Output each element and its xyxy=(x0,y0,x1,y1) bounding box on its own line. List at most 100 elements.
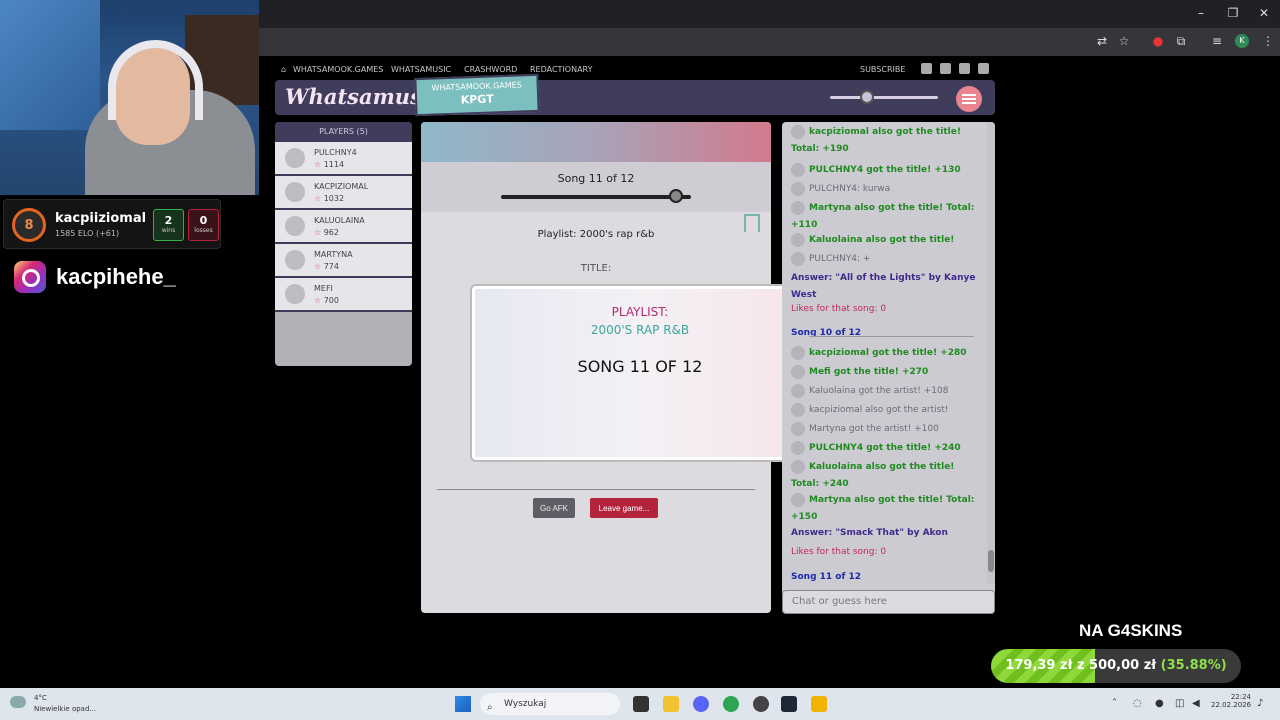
chat-message: Song 11 of 12 xyxy=(791,569,983,586)
chat-avatar xyxy=(791,124,805,139)
chat-scrollbar-thumb[interactable] xyxy=(988,550,994,572)
instagram-icon[interactable] xyxy=(940,63,951,74)
playlist-label: Playlist: 2000's rap r&b xyxy=(537,229,655,240)
donation-title: NA G4SKINS xyxy=(1079,621,1183,640)
kebab-menu-icon[interactable]: ⋮ xyxy=(1260,34,1276,48)
network-icon[interactable]: ◌ xyxy=(1133,698,1142,709)
chat-message: PULCHNY4: + xyxy=(791,251,983,268)
chat-message-text: Martyna also got the title! Total: +110 xyxy=(791,203,975,230)
steam-icon[interactable] xyxy=(781,696,797,712)
chat-message-text: Kaluolaina got the artist! +108 xyxy=(809,386,949,396)
chat-message-text: Martyna got the artist! +100 xyxy=(809,424,939,434)
chat-avatar xyxy=(791,251,805,266)
restore-icon[interactable]: ❐ xyxy=(1221,6,1245,20)
leave-game-button[interactable]: Leave game... xyxy=(590,498,658,518)
task-view-icon[interactable] xyxy=(633,696,649,712)
app-icon[interactable] xyxy=(753,696,769,712)
chat-message: Kaluolaina also got the title! Total: +2… xyxy=(791,459,983,493)
nav-home-link[interactable]: WHATSAMOOK.GAMES xyxy=(293,65,383,74)
instagram-name: kacpihehe_ xyxy=(56,264,176,289)
file-explorer-icon[interactable] xyxy=(663,696,679,712)
chat-message-text: kacpiziomal also got the title! Total: +… xyxy=(791,127,961,154)
clock-date: 22.02.2026 xyxy=(1211,701,1252,709)
star-icon[interactable]: ☆ xyxy=(1116,34,1132,48)
title-label: TITLE: xyxy=(580,263,612,274)
webcam-window xyxy=(0,0,100,130)
translate-icon[interactable]: ⇄ xyxy=(1094,34,1110,48)
twitter-icon[interactable] xyxy=(921,63,932,74)
player-name: MARTYNA xyxy=(314,250,353,259)
streamer-name: kacpiiziomal xyxy=(55,211,147,226)
player-name: MEFI xyxy=(314,284,333,293)
volume-slider-handle[interactable] xyxy=(860,90,874,104)
chat-avatar xyxy=(791,232,805,247)
volume-slider[interactable] xyxy=(830,96,938,99)
discord-icon[interactable] xyxy=(978,63,989,74)
discord-icon[interactable] xyxy=(693,696,709,712)
microphone-icon[interactable]: ● xyxy=(1155,698,1164,709)
address-bar[interactable] xyxy=(259,31,1079,53)
home-icon[interactable]: ⌂ xyxy=(281,65,286,74)
hamburger-menu-icon[interactable] xyxy=(956,86,982,112)
instagram-handle: kacpihehe_ xyxy=(14,261,176,293)
speaker-icon[interactable]: ◀ xyxy=(1192,698,1200,709)
wins-box: 2 wins xyxy=(153,209,184,241)
chat-message: PULCHNY4 got the title! +130 xyxy=(791,162,983,179)
profile-avatar[interactable]: K xyxy=(1235,34,1249,48)
streamer-elo: 1585 ELO (+61) xyxy=(55,229,120,238)
chat-message: Answer: "All of the Lights" by Kanye Wes… xyxy=(791,270,983,304)
windows-start-icon[interactable] xyxy=(455,696,471,712)
chat-avatar xyxy=(791,181,805,196)
clock[interactable]: 22:24 22.02.2026 xyxy=(1211,693,1251,709)
chat-message-text: PULCHNY4 got the title! +130 xyxy=(809,165,961,175)
chat-message-text: Answer: "Smack That" by Akon xyxy=(791,528,948,538)
chevron-up-icon[interactable]: ˄ xyxy=(1112,698,1117,709)
site-nav: ⌂ WHATSAMOOK.GAMES WHATSAMUSIC CRASHWORD… xyxy=(275,60,995,78)
player-row: KACPIZIOMAL 1032 xyxy=(275,176,412,210)
donation-goal-bar: 179,39 zł z 500,00 zł (35.88%) xyxy=(991,649,1241,683)
taskbar-search[interactable]: ⌕ Wyszukaj xyxy=(480,693,620,715)
browser-toolbar: ⇄ ☆ ● ⧉ ≡ K ⋮ xyxy=(259,28,1280,56)
tiktok-icon[interactable] xyxy=(959,63,970,74)
chat-message: Martyna also got the title! Total: +150 xyxy=(791,492,983,526)
player-avatar xyxy=(285,284,305,304)
minimize-icon[interactable]: – xyxy=(1189,6,1213,20)
losses-label: losses xyxy=(194,227,213,234)
go-afk-button[interactable]: Go AFK xyxy=(533,498,575,518)
wifi-icon[interactable]: ◫ xyxy=(1175,698,1184,709)
player-row: MARTYNA 774 xyxy=(275,244,412,278)
nav-crashword-link[interactable]: CRASHWORD xyxy=(464,65,517,74)
chat-panel: kacpiziomal also got the title! Total: +… xyxy=(782,122,995,614)
room-tag-code: KPGT xyxy=(460,92,494,107)
player-avatar xyxy=(285,182,305,202)
app-icon[interactable] xyxy=(811,696,827,712)
chat-avatar xyxy=(791,162,805,177)
close-icon[interactable]: ✕ xyxy=(1252,6,1276,20)
losses-count: 0 xyxy=(199,214,208,227)
chat-message-text: Song 11 of 12 xyxy=(791,572,862,582)
losses-box: 0 losses xyxy=(188,209,219,241)
chat-input[interactable]: Chat or guess here xyxy=(782,590,995,614)
notification-bell-icon[interactable]: ♪ xyxy=(1257,698,1263,709)
chat-message: Likes for that song: 0 xyxy=(791,544,983,561)
nav-subscribe-link[interactable]: SUBSCRIBE xyxy=(860,65,905,74)
chat-message-text: Likes for that song: 0 xyxy=(791,304,887,314)
nav-redactionary-link[interactable]: REDACTIONARY xyxy=(530,65,592,74)
browser-titlebar: – ❐ ✕ xyxy=(259,0,1280,28)
chat-message-text: PULCHNY4: kurwa xyxy=(809,184,891,194)
extension-icon[interactable]: ● xyxy=(1150,34,1166,48)
modal-playlist-name: 2000'S RAP R&B xyxy=(590,323,690,337)
chat-message-text: Kaluolaina also got the title! Total: +2… xyxy=(791,462,955,489)
chrome-icon[interactable] xyxy=(723,696,739,712)
nav-whatsamusic-link[interactable]: WHATSAMUSIC xyxy=(391,65,451,74)
player-score: 1032 xyxy=(314,194,344,203)
chat-message: kacpiziomal got the title! +280 xyxy=(791,345,983,362)
chat-avatar xyxy=(791,459,805,474)
chat-scrollbar[interactable] xyxy=(987,122,995,584)
chat-message: Song 10 of 12 xyxy=(791,325,983,342)
song-progress-indicator xyxy=(668,189,683,203)
donation-percent: (35.88%) xyxy=(1160,658,1227,673)
puzzle-icon[interactable]: ⧉ xyxy=(1173,34,1189,49)
weather-temp: 4°C xyxy=(34,694,47,702)
media-icon[interactable]: ≡ xyxy=(1209,34,1225,48)
